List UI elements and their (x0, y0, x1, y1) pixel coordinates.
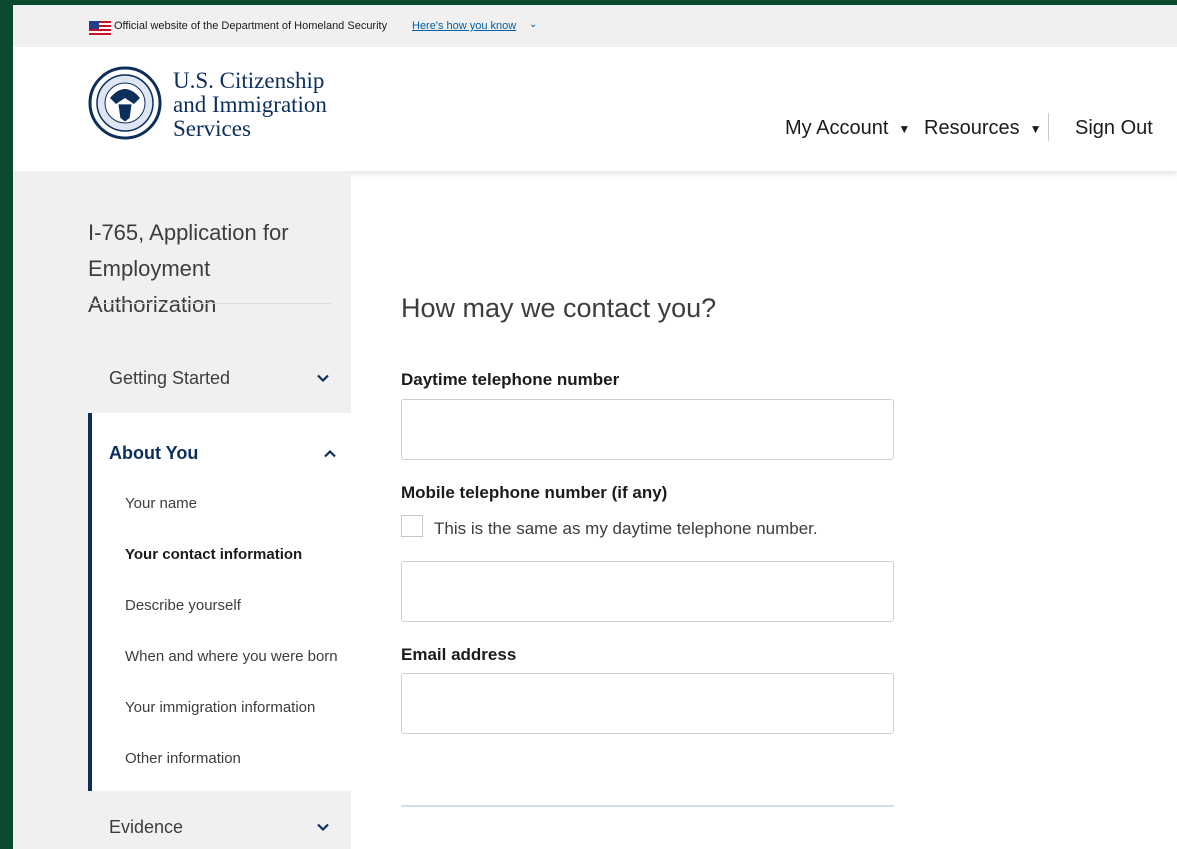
same-as-daytime-label[interactable]: This is the same as my daytime telephone… (434, 519, 818, 539)
agency-line-3: Services (173, 116, 251, 141)
sidebar-section-about-you: About You Your name Your contact informa… (88, 413, 355, 791)
my-account-label: My Account (785, 117, 889, 139)
us-flag-icon (89, 21, 111, 35)
mobile-phone-input[interactable] (401, 561, 894, 622)
email-label: Email address (401, 645, 517, 664)
agency-line-1: U.S. Citizenship (173, 68, 325, 93)
sign-out-link[interactable]: Sign Out (1075, 117, 1153, 140)
dhs-seal-icon[interactable] (88, 58, 162, 148)
agency-name[interactable]: U.S. Citizenship and Immigration Service… (173, 69, 327, 141)
gov-banner: Official website of the Department of Ho… (13, 5, 1177, 47)
form-title: I-765, Application for Employment Author… (88, 220, 289, 317)
my-account-menu[interactable]: My Account ▼ (785, 117, 910, 140)
section-label: Evidence (109, 816, 184, 837)
same-as-daytime-checkbox[interactable] (401, 515, 423, 537)
sidebar-item-birth[interactable]: When and where you were born (125, 648, 338, 665)
nav-divider (1048, 113, 1049, 141)
sidebar-item-other-information[interactable]: Other information (125, 750, 241, 767)
sidebar-item-immigration-information[interactable]: Your immigration information (125, 699, 315, 716)
section-label: Getting Started (109, 367, 231, 388)
resources-menu[interactable]: Resources ▼ (924, 117, 1042, 140)
sidebar-item-your-name[interactable]: Your name (125, 495, 197, 512)
resources-label: Resources (924, 117, 1020, 139)
sidebar-item-contact-information[interactable]: Your contact information (125, 546, 302, 563)
divider (401, 805, 894, 807)
sidebar-section-evidence[interactable]: Evidence (88, 805, 351, 849)
about-you-toggle[interactable]: About You (109, 443, 198, 464)
email-input[interactable] (401, 673, 894, 734)
chevron-down-icon[interactable]: ⌄ (529, 19, 537, 30)
sidebar-item-describe-yourself[interactable]: Describe yourself (125, 597, 241, 614)
caret-down-icon: ▼ (898, 121, 911, 136)
agency-line-2: and Immigration (173, 92, 327, 117)
site-header: U.S. Citizenship and Immigration Service… (13, 47, 1177, 171)
divider (88, 303, 331, 304)
sign-out-label: Sign Out (1075, 117, 1153, 139)
mobile-phone-label: Mobile telephone number (if any) (401, 483, 668, 502)
chevron-down-icon (317, 823, 329, 832)
page-frame: Official website of the Department of Ho… (13, 5, 1177, 849)
daytime-phone-label: Daytime telephone number (401, 370, 620, 389)
caret-down-icon: ▼ (1029, 121, 1042, 136)
chevron-up-icon[interactable] (323, 447, 337, 461)
sidebar-section-getting-started[interactable]: Getting Started (88, 357, 351, 399)
daytime-phone-input[interactable] (401, 399, 894, 460)
chevron-down-icon (317, 374, 329, 383)
page-title: How may we contact you? (401, 293, 717, 323)
how-you-know-link[interactable]: Here's how you know (412, 20, 516, 32)
gov-banner-text: Official website of the Department of Ho… (114, 20, 388, 32)
sidebar: I-765, Application for Employment Author… (13, 171, 355, 849)
